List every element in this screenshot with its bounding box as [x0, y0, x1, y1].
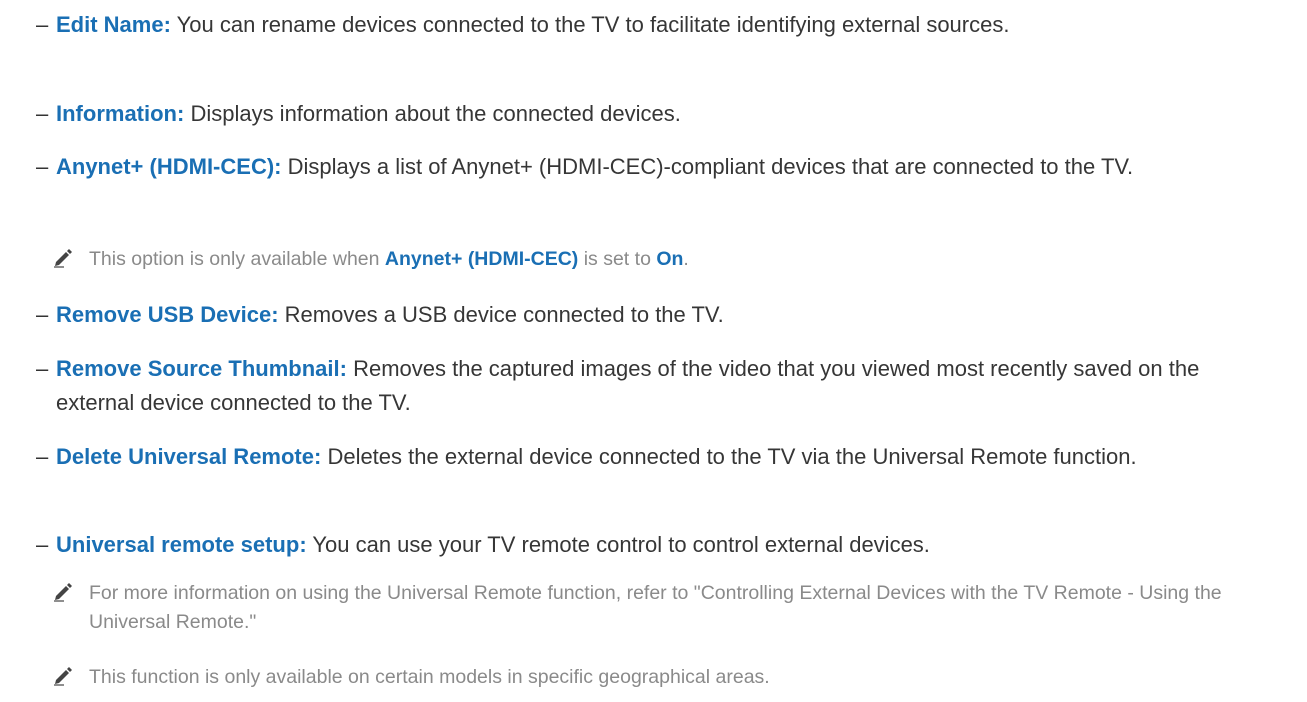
item-description: Displays information about the connected…: [184, 101, 681, 126]
term-remove-thumbnail: Remove Source Thumbnail: [56, 356, 340, 381]
note-text-mid: is set to: [578, 248, 657, 270]
list-dash: –: [36, 12, 49, 37]
list-item-text: Remove Source Thumbnail: Removes the cap…: [56, 352, 1246, 420]
list-dash: –: [36, 302, 49, 327]
list-item-text: Anynet+ (HDMI-CEC): Displays a list of A…: [56, 150, 1246, 184]
list-dash: –: [36, 444, 49, 469]
list-dash: –: [36, 154, 49, 179]
item-description: Deletes the external device connected to…: [321, 444, 1137, 469]
note-text-pre: This option is only available when: [89, 248, 385, 270]
item-description: Displays a list of Anynet+ (HDMI-CEC)-co…: [281, 154, 1134, 179]
list-dash: –: [36, 101, 49, 126]
note-text: For more information on using the Univer…: [89, 582, 1222, 633]
term-edit-name: Edit Name: [56, 12, 164, 37]
item-description: You can use your TV remote control to co…: [306, 532, 930, 557]
term-anynet: Anynet+ (HDMI-CEC): [56, 154, 275, 179]
item-description: You can rename devices connected to the …: [170, 12, 1010, 37]
item-description: Removes a USB device connected to the TV…: [278, 302, 724, 327]
list-item-text: Edit Name: You can rename devices connec…: [56, 8, 1246, 42]
list-dash: –: [36, 356, 49, 381]
document-page: – Edit Name: You can rename devices conn…: [0, 0, 1307, 702]
list-dash: –: [36, 532, 49, 557]
term-separator: :: [274, 154, 282, 179]
pencil-icon: [54, 667, 72, 686]
note-text: This option is only available when Anyne…: [89, 245, 1239, 274]
list-item-text: Remove USB Device: Removes a USB device …: [56, 298, 1246, 332]
term-delete-universal-remote: Delete Universal Remote: [56, 444, 314, 469]
term-on: On: [656, 248, 684, 270]
term-remove-usb: Remove USB Device: [56, 302, 272, 327]
term-separator: :: [339, 356, 347, 381]
term-information: Information: [56, 101, 177, 126]
list-item-text: Information: Displays information about …: [56, 97, 1246, 131]
pencil-icon: [54, 583, 72, 602]
term-separator: :: [163, 12, 171, 37]
list-item-text: Universal remote setup: You can use your…: [56, 528, 1246, 562]
note-text: This function is only available on certa…: [89, 666, 770, 688]
term-anynet-ref: Anynet+ (HDMI-CEC): [384, 248, 579, 270]
list-item-text: Delete Universal Remote: Deletes the ext…: [56, 440, 1246, 474]
term-separator: :: [271, 302, 279, 327]
note-text-post: .: [683, 248, 689, 270]
pencil-icon: [54, 249, 72, 268]
term-separator: :: [299, 532, 307, 557]
term-universal-remote-setup: Universal remote setup: [56, 532, 300, 557]
